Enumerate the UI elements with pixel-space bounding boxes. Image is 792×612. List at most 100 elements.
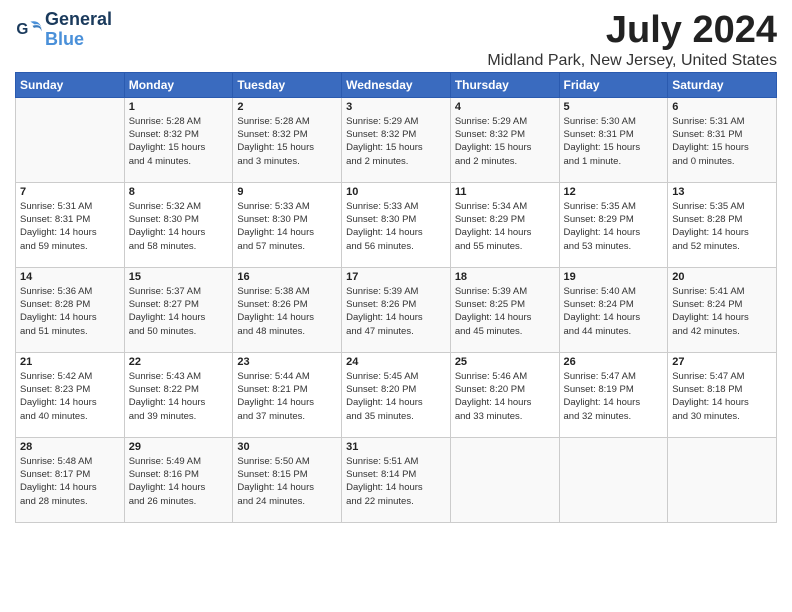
calendar-cell: 8 Sunrise: 5:32 AMSunset: 8:30 PMDaylight… [124,182,233,267]
cell-content: Sunrise: 5:31 AMSunset: 8:31 PMDaylight:… [20,200,120,253]
col-tuesday: Tuesday [233,72,342,97]
calendar-cell: 12 Sunrise: 5:35 AMSunset: 8:29 PMDayligh… [559,182,668,267]
cell-content: Sunrise: 5:30 AMSunset: 8:31 PMDaylight:… [564,115,664,168]
header-row: Sunday Monday Tuesday Wednesday Thursday… [16,72,777,97]
col-saturday: Saturday [668,72,777,97]
calendar-cell: 30Sunrise: 5:50 AMSunset: 8:15 PMDayligh… [233,437,342,522]
day-number: 2 [237,101,337,113]
cell-content: Sunrise: 5:35 AMSunset: 8:29 PMDaylight:… [564,200,664,253]
calendar-cell: 27 Sunrise: 5:47 AMSunset: 8:18 PMDayligh… [668,352,777,437]
calendar-cell: 23 Sunrise: 5:44 AMSunset: 8:21 PMDayligh… [233,352,342,437]
day-number: 23 [237,356,337,368]
calendar-cell: 13 Sunrise: 5:35 AMSunset: 8:28 PMDayligh… [668,182,777,267]
title-block: July 2024 Midland Park, New Jersey, Unit… [487,10,777,70]
cell-content: Sunrise: 5:50 AMSunset: 8:15 PMDaylight:… [237,455,337,508]
col-monday: Monday [124,72,233,97]
cell-content: Sunrise: 5:35 AMSunset: 8:28 PMDaylight:… [672,200,772,253]
cell-content: Sunrise: 5:29 AMSunset: 8:32 PMDaylight:… [346,115,446,168]
cell-content: Sunrise: 5:36 AMSunset: 8:28 PMDaylight:… [20,285,120,338]
day-number: 14 [20,271,120,283]
calendar-cell: 22 Sunrise: 5:43 AMSunset: 8:22 PMDayligh… [124,352,233,437]
calendar-cell: 9 Sunrise: 5:33 AMSunset: 8:30 PMDaylight… [233,182,342,267]
day-number: 8 [129,186,229,198]
calendar-cell: 11Sunrise: 5:34 AMSunset: 8:29 PMDayligh… [450,182,559,267]
cell-content: Sunrise: 5:28 AMSunset: 8:32 PMDaylight:… [129,115,229,168]
calendar-cell: 28 Sunrise: 5:48 AMSunset: 8:17 PMDayligh… [16,437,125,522]
day-number: 17 [346,271,446,283]
day-number: 16 [237,271,337,283]
header: G General Blue July 2024 Midland Park, N… [15,10,777,70]
calendar-week-5: 28 Sunrise: 5:48 AMSunset: 8:17 PMDayligh… [16,437,777,522]
cell-content: Sunrise: 5:43 AMSunset: 8:22 PMDaylight:… [129,370,229,423]
day-number: 13 [672,186,772,198]
cell-content: Sunrise: 5:37 AMSunset: 8:27 PMDaylight:… [129,285,229,338]
cell-content: Sunrise: 5:40 AMSunset: 8:24 PMDaylight:… [564,285,664,338]
logo-text: General Blue [45,10,112,50]
day-number: 20 [672,271,772,283]
calendar-week-3: 14 Sunrise: 5:36 AMSunset: 8:28 PMDayligh… [16,267,777,352]
calendar-week-2: 7Sunrise: 5:31 AMSunset: 8:31 PMDaylight… [16,182,777,267]
day-number: 27 [672,356,772,368]
calendar-cell: 7Sunrise: 5:31 AMSunset: 8:31 PMDaylight… [16,182,125,267]
cell-content: Sunrise: 5:34 AMSunset: 8:29 PMDaylight:… [455,200,555,253]
calendar-cell: 18 Sunrise: 5:39 AMSunset: 8:25 PMDayligh… [450,267,559,352]
day-number: 15 [129,271,229,283]
calendar-cell [16,97,125,182]
calendar-cell: 20Sunrise: 5:41 AMSunset: 8:24 PMDayligh… [668,267,777,352]
day-number: 26 [564,356,664,368]
calendar-cell [450,437,559,522]
day-number: 28 [20,441,120,453]
cell-content: Sunrise: 5:32 AMSunset: 8:30 PMDaylight:… [129,200,229,253]
day-number: 1 [129,101,229,113]
day-number: 18 [455,271,555,283]
logo-line2: Blue [45,30,112,50]
cell-content: Sunrise: 5:29 AMSunset: 8:32 PMDaylight:… [455,115,555,168]
cell-content: Sunrise: 5:48 AMSunset: 8:17 PMDaylight:… [20,455,120,508]
cell-content: Sunrise: 5:47 AMSunset: 8:19 PMDaylight:… [564,370,664,423]
day-number: 5 [564,101,664,113]
day-number: 21 [20,356,120,368]
month-title: July 2024 [487,10,777,52]
calendar-table: Sunday Monday Tuesday Wednesday Thursday… [15,72,777,523]
day-number: 4 [455,101,555,113]
day-number: 29 [129,441,229,453]
day-number: 31 [346,441,446,453]
cell-content: Sunrise: 5:51 AMSunset: 8:14 PMDaylight:… [346,455,446,508]
calendar-cell: 15 Sunrise: 5:37 AMSunset: 8:27 PMDayligh… [124,267,233,352]
cell-content: Sunrise: 5:47 AMSunset: 8:18 PMDaylight:… [672,370,772,423]
day-number: 9 [237,186,337,198]
logo-icon: G [15,16,43,44]
cell-content: Sunrise: 5:38 AMSunset: 8:26 PMDaylight:… [237,285,337,338]
calendar-cell: 4 Sunrise: 5:29 AMSunset: 8:32 PMDaylight… [450,97,559,182]
location-title: Midland Park, New Jersey, United States [487,52,777,70]
main-container: G General Blue July 2024 Midland Park, N… [0,0,792,528]
day-number: 12 [564,186,664,198]
calendar-cell: 14 Sunrise: 5:36 AMSunset: 8:28 PMDayligh… [16,267,125,352]
day-number: 19 [564,271,664,283]
calendar-cell: 21Sunrise: 5:42 AMSunset: 8:23 PMDayligh… [16,352,125,437]
calendar-cell: 24 Sunrise: 5:45 AMSunset: 8:20 PMDayligh… [342,352,451,437]
svg-text:G: G [16,21,28,38]
cell-content: Sunrise: 5:44 AMSunset: 8:21 PMDaylight:… [237,370,337,423]
calendar-cell: 16 Sunrise: 5:38 AMSunset: 8:26 PMDayligh… [233,267,342,352]
day-number: 24 [346,356,446,368]
calendar-cell: 31 Sunrise: 5:51 AMSunset: 8:14 PMDayligh… [342,437,451,522]
calendar-cell: 19 Sunrise: 5:40 AMSunset: 8:24 PMDayligh… [559,267,668,352]
col-thursday: Thursday [450,72,559,97]
cell-content: Sunrise: 5:45 AMSunset: 8:20 PMDaylight:… [346,370,446,423]
day-number: 3 [346,101,446,113]
calendar-cell: 17Sunrise: 5:39 AMSunset: 8:26 PMDayligh… [342,267,451,352]
cell-content: Sunrise: 5:31 AMSunset: 8:31 PMDaylight:… [672,115,772,168]
day-number: 25 [455,356,555,368]
calendar-cell: 2Sunrise: 5:28 AMSunset: 8:32 PMDaylight… [233,97,342,182]
calendar-cell: 3 Sunrise: 5:29 AMSunset: 8:32 PMDaylight… [342,97,451,182]
cell-content: Sunrise: 5:39 AMSunset: 8:25 PMDaylight:… [455,285,555,338]
calendar-cell: 26 Sunrise: 5:47 AMSunset: 8:19 PMDayligh… [559,352,668,437]
day-number: 22 [129,356,229,368]
cell-content: Sunrise: 5:49 AMSunset: 8:16 PMDaylight:… [129,455,229,508]
cell-content: Sunrise: 5:33 AMSunset: 8:30 PMDaylight:… [237,200,337,253]
logo: G General Blue [15,10,112,50]
cell-content: Sunrise: 5:46 AMSunset: 8:20 PMDaylight:… [455,370,555,423]
calendar-week-4: 21Sunrise: 5:42 AMSunset: 8:23 PMDayligh… [16,352,777,437]
calendar-cell [668,437,777,522]
